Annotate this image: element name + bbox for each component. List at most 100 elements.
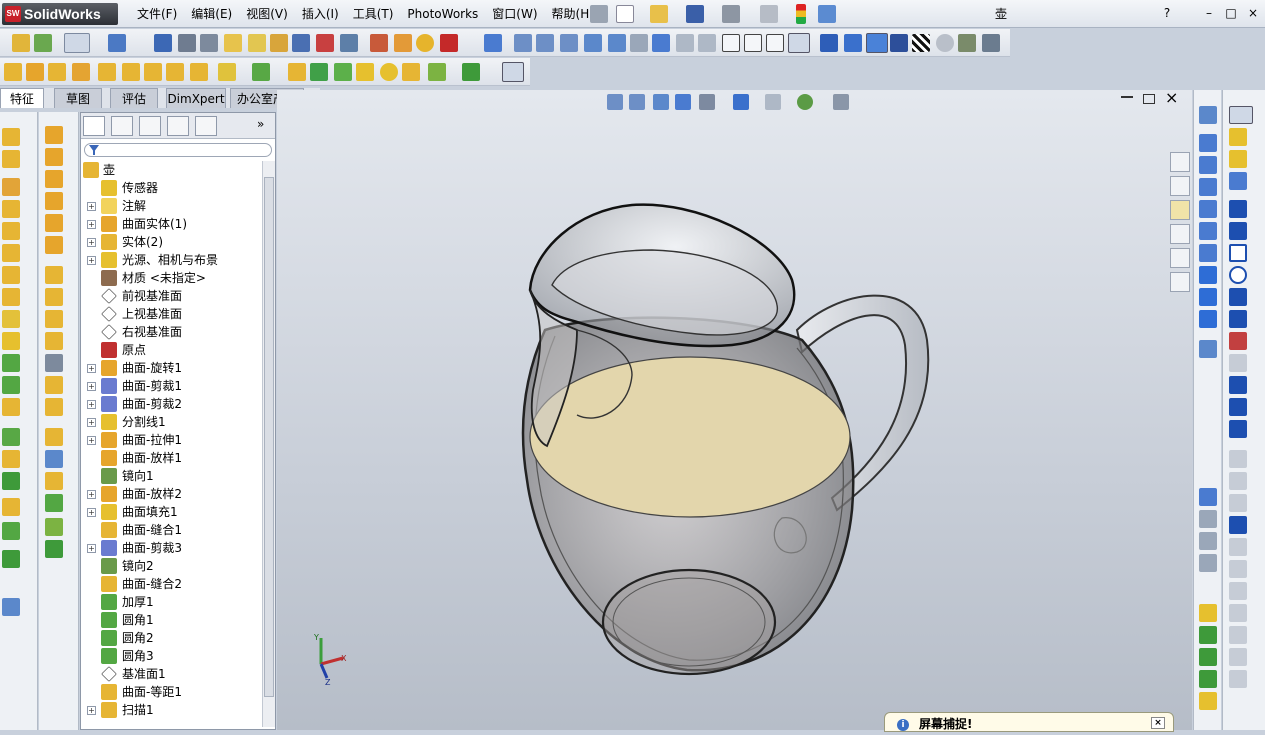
graphics-area[interactable]: × Y X Z bbox=[277, 90, 1192, 730]
grid-right-icon[interactable] bbox=[1199, 692, 1217, 710]
solidworks-logo[interactable]: SW SolidWorks bbox=[2, 3, 118, 25]
expand-toggle-icon[interactable]: + bbox=[87, 364, 96, 373]
feature-filter-input[interactable] bbox=[84, 143, 272, 157]
expand-toggle-icon[interactable]: + bbox=[87, 382, 96, 391]
curves-2-strip-icon[interactable] bbox=[45, 540, 63, 558]
measure-icon[interactable] bbox=[178, 34, 196, 52]
photoworks-icon[interactable] bbox=[958, 34, 976, 52]
mirror-toolbar-icon[interactable] bbox=[402, 63, 420, 81]
expand-toggle-icon[interactable]: + bbox=[87, 436, 96, 445]
tree-item[interactable]: 镜向2 bbox=[81, 557, 261, 575]
print-icon[interactable] bbox=[722, 5, 740, 23]
undo-icon[interactable] bbox=[760, 5, 778, 23]
realview-icon[interactable] bbox=[890, 34, 908, 52]
curvature-icon[interactable] bbox=[394, 34, 412, 52]
fix-right-icon[interactable] bbox=[1199, 532, 1217, 550]
replace-face-strip-icon[interactable] bbox=[45, 376, 63, 394]
3d-rotate-icon[interactable] bbox=[630, 34, 648, 52]
extruded-cut-icon[interactable] bbox=[98, 63, 116, 81]
tree-item[interactable]: 圆角3 bbox=[81, 647, 261, 665]
construction-icon[interactable] bbox=[1229, 648, 1247, 666]
rotate-view-icon[interactable] bbox=[584, 34, 602, 52]
text-sketch-icon[interactable] bbox=[1229, 420, 1247, 438]
tree-item[interactable]: 前视基准面 bbox=[81, 287, 261, 305]
surface-fillet-strip-icon[interactable] bbox=[45, 332, 63, 350]
convert-entities-icon[interactable] bbox=[1229, 516, 1247, 534]
rebuild-icon[interactable] bbox=[796, 4, 806, 24]
feature-tree-tab[interactable] bbox=[83, 116, 105, 136]
smart-dimension-icon[interactable] bbox=[34, 34, 52, 52]
mirror-strip-icon[interactable] bbox=[2, 450, 20, 468]
tree-item[interactable]: + 扫描1 bbox=[81, 701, 261, 719]
wrap-strip-icon[interactable] bbox=[2, 398, 20, 416]
sketch-icon[interactable] bbox=[12, 34, 30, 52]
pattern-strip-icon[interactable] bbox=[2, 428, 20, 446]
instant3d-strip-icon[interactable] bbox=[2, 598, 20, 616]
scrollbar-thumb[interactable] bbox=[264, 177, 274, 697]
instant3d-icon[interactable] bbox=[502, 62, 524, 82]
open-folder-icon[interactable] bbox=[650, 5, 668, 23]
notification-close-icon[interactable]: × bbox=[1151, 717, 1165, 729]
shaded-with-edges-icon[interactable] bbox=[788, 33, 810, 53]
menu-window[interactable]: 窗口(W) bbox=[485, 0, 544, 28]
wrap-icon[interactable] bbox=[356, 63, 374, 81]
move-entities-icon[interactable] bbox=[1229, 560, 1247, 578]
tree-item[interactable]: + 曲面-剪裁1 bbox=[81, 377, 261, 395]
pin-icon[interactable] bbox=[590, 5, 608, 23]
zoom-in-out-icon[interactable] bbox=[560, 34, 578, 52]
expand-panel-button[interactable]: » bbox=[257, 117, 264, 131]
tab-evaluate[interactable]: 评估 bbox=[110, 88, 158, 108]
lofted-cut-icon[interactable] bbox=[166, 63, 184, 81]
stop-icon[interactable] bbox=[440, 34, 458, 52]
mass-properties-icon[interactable] bbox=[200, 34, 218, 52]
fillet-strip-icon[interactable] bbox=[2, 310, 20, 328]
thicken-strip-icon[interactable] bbox=[45, 494, 63, 512]
extruded-boss-icon[interactable] bbox=[4, 63, 22, 81]
extrude-strip-icon[interactable] bbox=[2, 128, 20, 146]
wireframe-icon[interactable] bbox=[722, 34, 740, 52]
polygon-icon[interactable] bbox=[1229, 376, 1247, 394]
help-button[interactable]: ? bbox=[1160, 6, 1174, 20]
offset-surface-strip-icon[interactable] bbox=[45, 266, 63, 284]
cut-strip-icon[interactable] bbox=[2, 244, 20, 262]
ellipse-icon[interactable] bbox=[1229, 310, 1247, 328]
shaded-icon[interactable] bbox=[820, 34, 838, 52]
planar-surface-strip-icon[interactable] bbox=[45, 236, 63, 254]
zebra-stripes-icon[interactable] bbox=[912, 34, 930, 52]
lighting-icon[interactable] bbox=[982, 34, 1000, 52]
tab-dimxpert[interactable]: DimXpert bbox=[166, 88, 226, 108]
tree-item[interactable]: 材质 <未指定> bbox=[81, 269, 261, 287]
boundary-strip-icon[interactable] bbox=[2, 222, 20, 240]
right-view-icon[interactable] bbox=[1199, 200, 1217, 218]
expand-toggle-icon[interactable]: + bbox=[87, 706, 96, 715]
close-button[interactable]: × bbox=[1246, 6, 1260, 20]
expand-toggle-icon[interactable]: + bbox=[87, 508, 96, 517]
arc-icon[interactable] bbox=[1229, 332, 1247, 350]
zebra-icon[interactable] bbox=[370, 34, 388, 52]
split-entities-icon[interactable] bbox=[1229, 538, 1247, 556]
swept-cut-icon[interactable] bbox=[144, 63, 162, 81]
trim-strip-icon[interactable] bbox=[45, 428, 63, 446]
tree-item[interactable]: 曲面-缝合2 bbox=[81, 575, 261, 593]
fillet-sketch-icon[interactable] bbox=[1229, 354, 1247, 372]
tree-item[interactable]: + 曲面-放样2 bbox=[81, 485, 261, 503]
sketch-right-icon[interactable] bbox=[1229, 128, 1247, 146]
tab-features[interactable]: 特征 bbox=[0, 88, 44, 108]
expand-toggle-icon[interactable]: + bbox=[87, 400, 96, 409]
chamfer-icon[interactable] bbox=[218, 63, 236, 81]
display-delete-icon[interactable] bbox=[1229, 670, 1247, 688]
left-view-icon[interactable] bbox=[1199, 178, 1217, 196]
draft-strip-icon[interactable] bbox=[2, 354, 20, 372]
custom-properties-icon[interactable] bbox=[1170, 272, 1190, 292]
expand-toggle-icon[interactable]: + bbox=[87, 544, 96, 553]
render-icon[interactable] bbox=[936, 34, 954, 52]
draft-icon[interactable] bbox=[310, 63, 328, 81]
surface-sweep-strip-icon[interactable] bbox=[45, 170, 63, 188]
ruled-surface-strip-icon[interactable] bbox=[45, 288, 63, 306]
tree-scrollbar[interactable] bbox=[262, 161, 275, 727]
surface-loft-strip-icon[interactable] bbox=[45, 192, 63, 210]
expand-toggle-icon[interactable]: + bbox=[87, 490, 96, 499]
dimetric-view-icon[interactable] bbox=[1199, 310, 1217, 328]
isometric-view-icon[interactable] bbox=[1199, 266, 1217, 284]
tree-item[interactable]: + 曲面-旋转1 bbox=[81, 359, 261, 377]
